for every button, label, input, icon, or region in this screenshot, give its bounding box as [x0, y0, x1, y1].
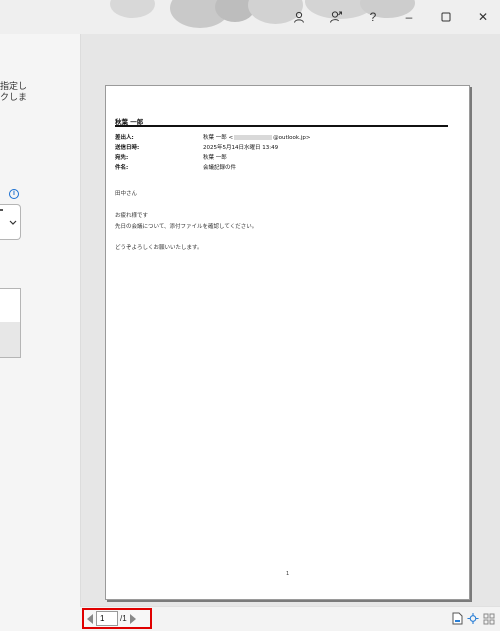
list-item-selected[interactable]	[0, 322, 20, 357]
page-number-input[interactable]	[96, 611, 118, 626]
dropdown-value-fragment	[0, 209, 3, 211]
header-value-suffix: @outlook.jp>	[273, 135, 311, 141]
body-line: お疲れ様です	[115, 213, 149, 219]
header-label: 差出人:	[115, 135, 134, 141]
previous-page-icon[interactable]	[87, 613, 93, 624]
account-icon[interactable]	[288, 6, 310, 28]
header-value: 2025年5月14日水曜日 13:49	[203, 145, 279, 151]
header-value: 秋葉 一郎	[203, 155, 227, 161]
single-page-icon[interactable]	[451, 612, 463, 625]
redacted-address	[234, 135, 273, 140]
chevron-down-icon	[9, 220, 17, 225]
page-number: 1	[286, 571, 290, 577]
header-label: 宛先:	[115, 155, 129, 161]
body-line: 田中さん	[115, 191, 138, 197]
body-line: 先日の会議について、添付ファイルを確認してください。	[115, 224, 258, 230]
multi-page-icon[interactable]	[483, 612, 495, 625]
instruction-text: 指定し クしま	[0, 81, 28, 102]
page-navigator: /1	[82, 608, 152, 629]
fit-page-icon[interactable]	[467, 612, 479, 625]
share-profile-icon[interactable]	[325, 6, 347, 28]
header-label: 送信日時:	[115, 145, 140, 151]
header-value: 会議記録の件	[203, 165, 237, 171]
preview-status-bar: /1	[80, 606, 500, 631]
next-page-icon[interactable]	[129, 613, 136, 624]
left-panel: 指定し クしま i	[0, 34, 80, 631]
total-pages: /1	[120, 614, 127, 623]
title-decoration	[110, 0, 155, 18]
option-dropdown[interactable]	[0, 204, 21, 240]
info-icon[interactable]: i	[9, 189, 19, 199]
option-list[interactable]	[0, 288, 21, 358]
header-from: 差出人: 秋葉 一郎 < @outlook.jp>	[115, 133, 310, 141]
maximize-button[interactable]	[435, 6, 457, 28]
minimize-button[interactable]: –	[398, 6, 420, 28]
header-sent: 送信日時: 2025年5月14日水曜日 13:49	[115, 143, 278, 151]
header-subject: 件名: 会議記録の件	[115, 163, 236, 171]
close-button[interactable]: ✕	[472, 6, 494, 28]
heading-rule	[115, 125, 448, 127]
header-label: 件名:	[115, 165, 129, 171]
maximize-icon	[441, 12, 451, 22]
body-line: どうぞよろしくお願いいたします。	[115, 245, 203, 251]
preview-page: 秋葉 一郎 差出人: 秋葉 一郎 < @outlook.jp> 送信日時: 2025年…	[105, 85, 470, 600]
header-value: 秋葉 一郎 <	[203, 135, 234, 141]
header-to: 宛先: 秋葉 一郎	[115, 153, 227, 161]
title-bar: ? – ✕	[0, 0, 500, 34]
help-button[interactable]: ?	[362, 6, 384, 28]
